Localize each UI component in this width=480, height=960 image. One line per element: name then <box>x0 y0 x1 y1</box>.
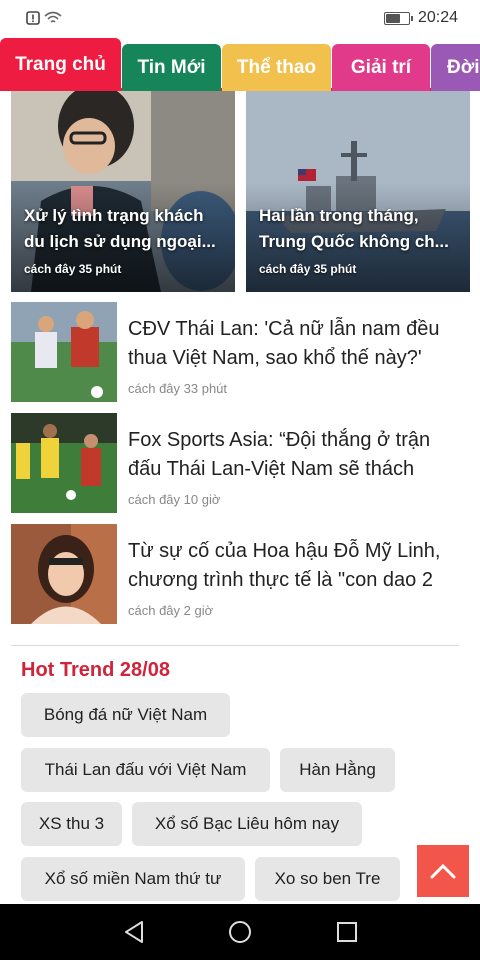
article-thumbnail <box>11 413 117 513</box>
featured-title: Xử lý tình trạng khách du lịch sử dụng n… <box>24 206 216 251</box>
trend-tag[interactable]: Bóng đá nữ Việt Nam <box>21 693 230 737</box>
list-item[interactable]: Fox Sports Asia: “Đội thắng ở trận đấu T… <box>11 413 470 513</box>
status-bar: 20:24 <box>0 0 480 38</box>
trend-tag[interactable]: Xổ số Bạc Liêu hôm nay <box>132 802 362 846</box>
back-icon[interactable] <box>121 919 147 945</box>
category-tabs: Trang chủ Tin Mới Thể thao Giải trí Đời <box>0 38 480 91</box>
wifi-icon <box>44 11 62 23</box>
tab-giai-tri[interactable]: Giải trí <box>332 44 430 91</box>
list-item[interactable]: Từ sự cố của Hoa hậu Đỗ Mỹ Linh, chương … <box>11 524 470 624</box>
article-title: Fox Sports Asia: “Đội thắng ở trận đấu T… <box>128 429 431 480</box>
featured-time: cách đây 35 phút <box>259 262 357 276</box>
home-icon[interactable] <box>227 919 253 945</box>
featured-card[interactable]: Hai lần trong tháng, Trung Quốc không ch… <box>246 91 470 292</box>
trend-tag[interactable]: Thái Lan đấu với Việt Nam <box>21 748 270 792</box>
trend-tag[interactable]: Xổ số miền Nam thứ tư <box>21 857 245 901</box>
trend-tag[interactable]: Xo so ben Tre <box>255 857 400 901</box>
article-time: cách đây 33 phút <box>128 381 228 396</box>
tab-doi[interactable]: Đời <box>431 44 480 91</box>
tab-tin-moi[interactable]: Tin Mới <box>122 44 221 91</box>
article-time: cách đây 10 giờ <box>128 492 221 507</box>
chevron-up-icon <box>430 863 456 879</box>
featured-card[interactable]: Xử lý tình trạng khách du lịch sử dụng n… <box>11 91 235 292</box>
hot-trend-title: Hot Trend 28/08 <box>21 659 170 681</box>
featured-time: cách đây 35 phút <box>24 262 122 276</box>
clock: 20:24 <box>417 9 458 26</box>
tab-trang-chu[interactable]: Trang chủ <box>0 38 121 91</box>
divider <box>11 645 459 646</box>
trend-tag[interactable]: Hàn Hằng <box>280 748 395 792</box>
article-time: cách đây 2 giờ <box>128 603 214 618</box>
featured-title: Hai lần trong tháng, Trung Quốc không ch… <box>259 206 449 251</box>
system-nav-bar <box>0 904 480 960</box>
featured-articles: Xử lý tình trạng khách du lịch sử dụng n… <box>11 91 470 292</box>
article-thumbnail <box>11 524 117 624</box>
scroll-to-top-button[interactable] <box>417 845 469 897</box>
article-title: CĐV Thái Lan: 'Cả nữ lẫn nam đều thua Vi… <box>128 318 440 369</box>
recents-icon[interactable] <box>334 919 360 945</box>
trend-tag[interactable]: XS thu 3 <box>21 802 122 846</box>
alert-icon <box>26 11 40 25</box>
article-title: Từ sự cố của Hoa hậu Đỗ Mỹ Linh, chương … <box>128 540 441 591</box>
battery-icon <box>383 11 413 25</box>
tab-the-thao[interactable]: Thể thao <box>222 44 331 91</box>
list-item[interactable]: CĐV Thái Lan: 'Cả nữ lẫn nam đều thua Vi… <box>11 302 470 402</box>
article-thumbnail <box>11 302 117 402</box>
